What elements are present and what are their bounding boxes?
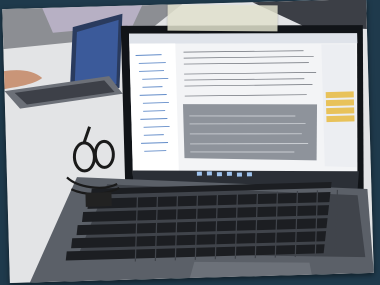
highlight-bar-2 — [325, 99, 355, 107]
tape-strip — [167, 4, 278, 32]
navigation-pane — [129, 43, 179, 173]
highlight-bar-4 — [326, 115, 355, 123]
desk-photo — [2, 0, 374, 284]
photo-frame — [2, 0, 374, 284]
highlight-bar-3 — [326, 107, 355, 115]
main-laptop — [120, 25, 364, 200]
highlight-bar-1 — [325, 91, 354, 99]
usb-adapter — [85, 192, 112, 207]
dialog-box — [182, 104, 318, 161]
